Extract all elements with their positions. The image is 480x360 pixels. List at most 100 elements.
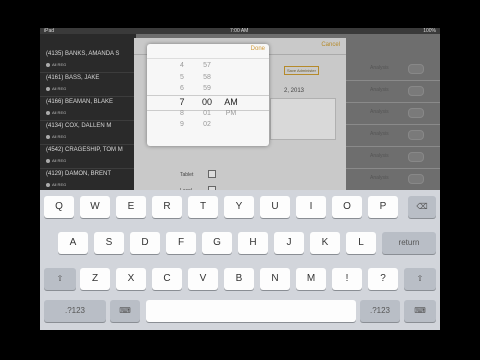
patient-row[interactable]: (4161) BASS, JAKE All REG bbox=[40, 72, 136, 97]
list-item[interactable]: Analysis bbox=[346, 58, 440, 81]
key-a[interactable]: A bbox=[58, 232, 88, 254]
key-c[interactable]: C bbox=[152, 268, 182, 290]
picker-hour[interactable]: 5 bbox=[177, 74, 187, 81]
list-item[interactable]: Analysis bbox=[346, 102, 440, 125]
done-button[interactable]: Done bbox=[251, 46, 265, 52]
toggle[interactable] bbox=[408, 108, 424, 118]
toggle[interactable] bbox=[408, 86, 424, 96]
toggle[interactable] bbox=[408, 152, 424, 162]
patient-badge: All REG bbox=[46, 110, 66, 115]
picker-ampm[interactable]: PM bbox=[223, 110, 239, 117]
administer-tag[interactable]: Save Administer bbox=[284, 66, 319, 75]
patient-row[interactable]: (4134) COX, DALLEN M All REG bbox=[40, 120, 136, 145]
row-label: Analysis bbox=[370, 87, 389, 93]
toggle[interactable] bbox=[408, 130, 424, 140]
key-s[interactable]: S bbox=[94, 232, 124, 254]
key-l[interactable]: L bbox=[346, 232, 376, 254]
row-label: Analysis bbox=[370, 131, 389, 137]
tablet-checkbox[interactable] bbox=[208, 170, 216, 178]
shift-key-left[interactable]: ⇧ bbox=[44, 268, 76, 290]
picker-hour[interactable]: 4 bbox=[177, 62, 187, 69]
keyboard-hide-icon: ⌨ bbox=[414, 306, 426, 315]
return-key[interactable]: return bbox=[382, 232, 436, 254]
key-d[interactable]: D bbox=[130, 232, 160, 254]
space-key[interactable] bbox=[146, 300, 356, 322]
picker-hour[interactable]: 6 bbox=[177, 85, 187, 92]
shift-icon: ⇧ bbox=[56, 274, 64, 283]
keyboard-hide-icon: ⌨ bbox=[119, 306, 131, 315]
key-x[interactable]: X bbox=[116, 268, 146, 290]
picker-hour-selected[interactable]: 7 bbox=[177, 97, 187, 107]
patient-row[interactable]: (4135) BANKS, AMANDA S All REG bbox=[40, 48, 136, 73]
onscreen-keyboard: Q W E R T Y U I O P ⌫ A S D F G H J K L … bbox=[40, 190, 440, 330]
picker-minute-selected[interactable]: 00 bbox=[199, 97, 215, 107]
patient-badge: All REG bbox=[46, 158, 66, 163]
date-field[interactable]: 2, 2013 bbox=[284, 88, 304, 94]
delete-icon: ⌫ bbox=[416, 202, 428, 211]
shift-icon: ⇧ bbox=[416, 274, 424, 283]
list-item[interactable]: Analysis bbox=[346, 168, 440, 191]
picker-hour[interactable]: 9 bbox=[177, 121, 187, 128]
key-w[interactable]: W bbox=[80, 196, 110, 218]
row-label: Analysis bbox=[370, 153, 389, 159]
delete-key[interactable]: ⌫ bbox=[408, 196, 436, 218]
key-e[interactable]: E bbox=[116, 196, 146, 218]
patient-row[interactable]: (4542) CRAGESHIP, TOM M All REG bbox=[40, 144, 136, 169]
key-h[interactable]: H bbox=[238, 232, 268, 254]
picker-minute[interactable]: 01 bbox=[199, 110, 215, 117]
shift-key-right[interactable]: ⇧ bbox=[404, 268, 436, 290]
patient-name: (4129) DAMON, BRENT bbox=[46, 171, 112, 177]
key-n[interactable]: N bbox=[260, 268, 290, 290]
keyboard-hide-key-left[interactable]: ⌨ bbox=[110, 300, 140, 322]
picker-minute[interactable]: 59 bbox=[199, 85, 215, 92]
patient-badge: All REG bbox=[46, 182, 66, 187]
key-u[interactable]: U bbox=[260, 196, 290, 218]
picker-toolbar: Done bbox=[147, 44, 269, 59]
picker-hour[interactable]: 8 bbox=[177, 110, 187, 117]
patient-name: (4542) CRAGESHIP, TOM M bbox=[46, 147, 123, 153]
patient-name: (4166) BEAMAN, BLAKE bbox=[46, 99, 114, 105]
key-t[interactable]: T bbox=[188, 196, 218, 218]
patient-row[interactable]: (4166) BEAMAN, BLAKE All REG bbox=[40, 96, 136, 121]
row-label: Analysis bbox=[370, 109, 389, 115]
key-b[interactable]: B bbox=[224, 268, 254, 290]
key-g[interactable]: G bbox=[202, 232, 232, 254]
numbers-key-left[interactable]: .?123 bbox=[44, 300, 106, 322]
tablet-label: Tablet bbox=[180, 172, 194, 178]
toggle[interactable] bbox=[408, 174, 424, 184]
picker-minute[interactable]: 58 bbox=[199, 74, 215, 81]
list-item[interactable]: Analysis bbox=[346, 80, 440, 103]
key-f[interactable]: F bbox=[166, 232, 196, 254]
key-p[interactable]: P bbox=[368, 196, 398, 218]
row-label: Analysis bbox=[370, 175, 389, 181]
key-question[interactable]: ? bbox=[368, 268, 398, 290]
picker-ampm-selected[interactable]: AM bbox=[223, 97, 239, 107]
key-v[interactable]: V bbox=[188, 268, 218, 290]
toggle[interactable] bbox=[408, 64, 424, 74]
patient-name: (4134) COX, DALLEN M bbox=[46, 123, 112, 129]
patient-name: (4161) BASS, JAKE bbox=[46, 75, 100, 81]
list-item[interactable]: Analysis bbox=[346, 146, 440, 169]
key-m[interactable]: M bbox=[296, 268, 326, 290]
patient-badge: All REG bbox=[46, 62, 66, 67]
picker-minute[interactable]: 02 bbox=[199, 121, 215, 128]
row-label: Analysis bbox=[370, 65, 389, 71]
keyboard-hide-key[interactable]: ⌨ bbox=[404, 300, 436, 322]
patient-badge: All REG bbox=[46, 86, 66, 91]
key-i[interactable]: I bbox=[296, 196, 326, 218]
notes-box[interactable] bbox=[270, 98, 336, 140]
key-z[interactable]: Z bbox=[80, 268, 110, 290]
picker-minute[interactable]: 57 bbox=[199, 62, 215, 69]
key-k[interactable]: K bbox=[310, 232, 340, 254]
key-y[interactable]: Y bbox=[224, 196, 254, 218]
time-picker-popover: Done 4 5 6 7 8 9 57 58 59 00 01 02 AM PM bbox=[147, 44, 269, 146]
cancel-button[interactable]: Cancel bbox=[321, 42, 340, 48]
key-q[interactable]: Q bbox=[44, 196, 74, 218]
numbers-key-right[interactable]: .?123 bbox=[360, 300, 400, 322]
key-o[interactable]: O bbox=[332, 196, 362, 218]
list-item[interactable]: Analysis bbox=[346, 124, 440, 147]
patient-badge: All REG bbox=[46, 134, 66, 139]
key-j[interactable]: J bbox=[274, 232, 304, 254]
key-r[interactable]: R bbox=[152, 196, 182, 218]
key-exclamation[interactable]: ! bbox=[332, 268, 362, 290]
